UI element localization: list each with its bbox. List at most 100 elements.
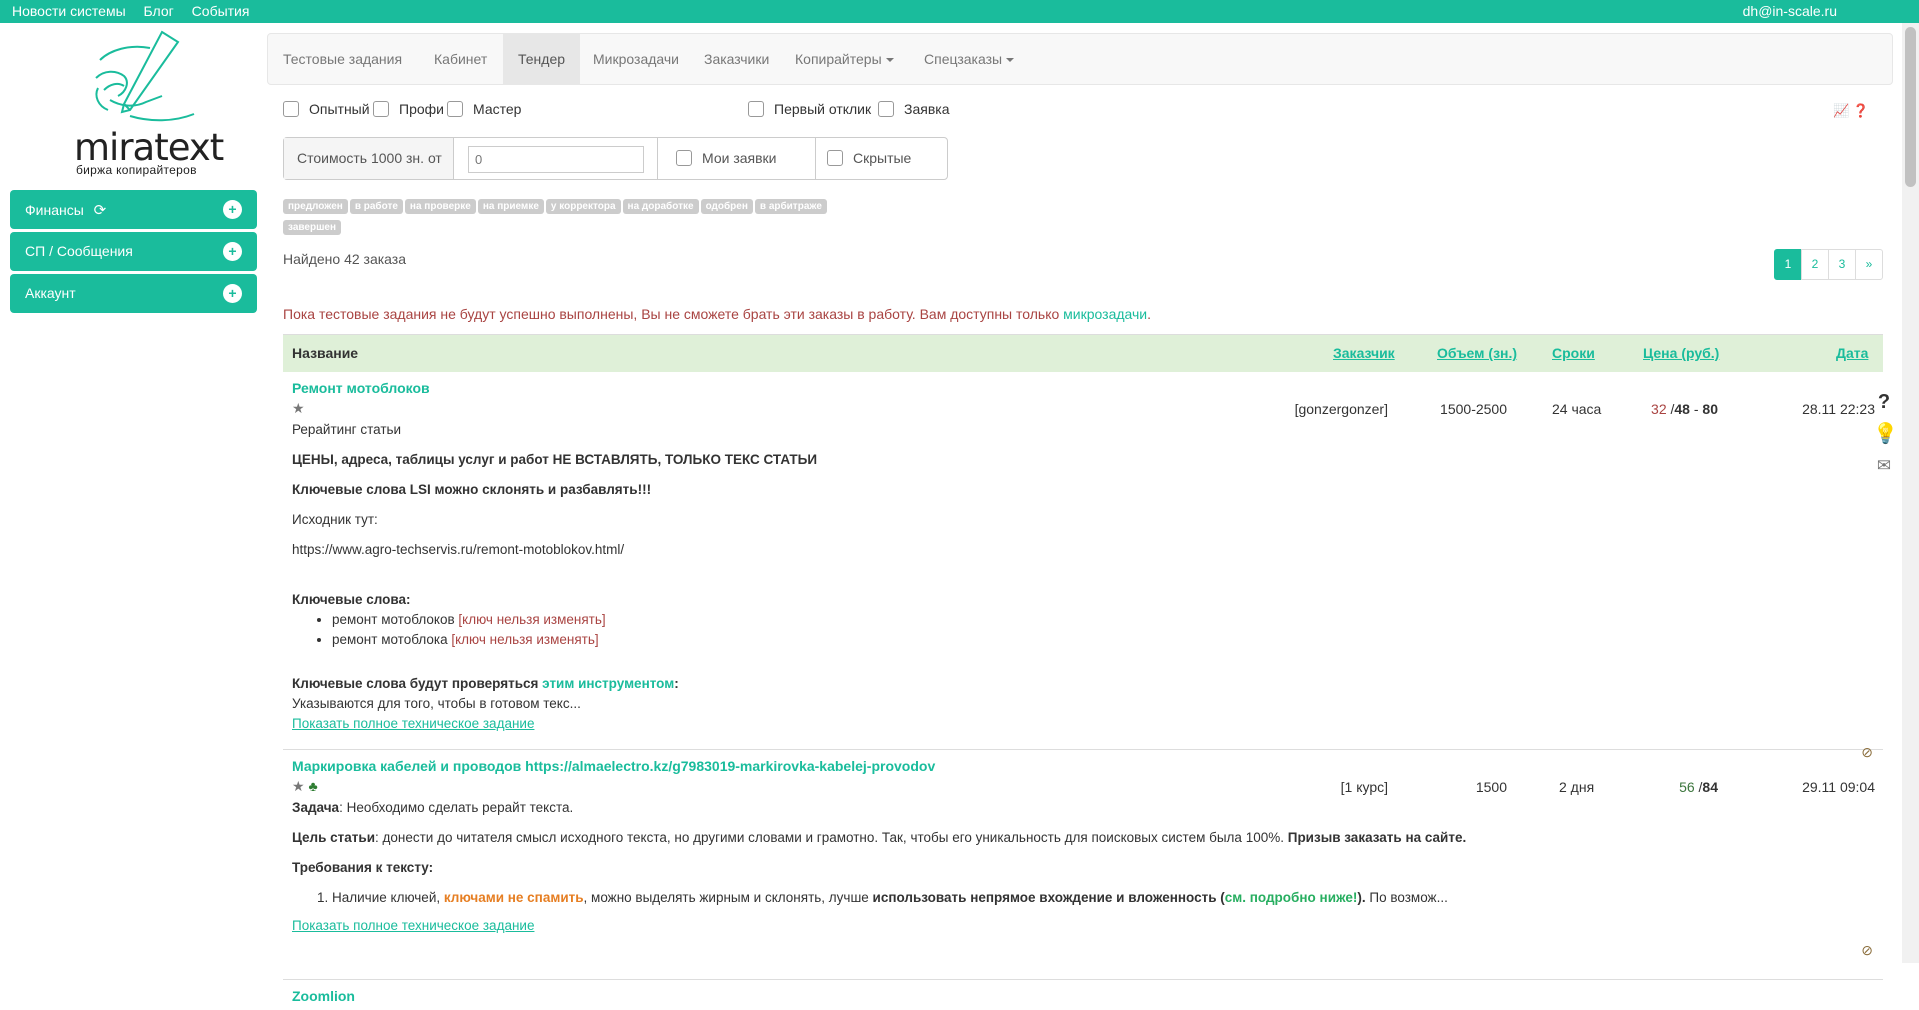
filter-label: Профи bbox=[399, 101, 444, 117]
keyword: ремонт мотоблоков bbox=[332, 612, 455, 627]
scrollbar-thumb[interactable] bbox=[1905, 27, 1916, 187]
status-badge[interactable]: на приемке bbox=[477, 199, 544, 214]
order-title[interactable]: Zoomlion bbox=[292, 988, 355, 1004]
status-badge[interactable]: в работе bbox=[349, 199, 403, 214]
tool-link[interactable]: этим инструментом bbox=[542, 676, 674, 691]
order-volume: 1500-2500 bbox=[1440, 401, 1507, 417]
page-next[interactable]: » bbox=[1855, 249, 1883, 280]
status-badge[interactable]: предложен bbox=[283, 199, 348, 214]
page-3[interactable]: 3 bbox=[1828, 249, 1856, 280]
expand-plus-icon[interactable]: + bbox=[223, 200, 242, 219]
checkbox[interactable] bbox=[878, 101, 894, 117]
tab-microtasks[interactable]: Микрозадачи bbox=[578, 34, 694, 84]
show-full-task-link[interactable]: Показать полное техническое задание bbox=[292, 714, 1492, 734]
col-name: Название bbox=[292, 345, 359, 361]
tab-test-tasks[interactable]: Тестовые задания bbox=[268, 34, 417, 84]
microtasks-link[interactable]: микрозадачи bbox=[1063, 306, 1147, 322]
cost-label: Стоимость 1000 зн. от bbox=[284, 138, 454, 179]
checkbox[interactable] bbox=[748, 101, 764, 117]
col-date[interactable]: Дата bbox=[1836, 345, 1868, 361]
top-link-events[interactable]: События bbox=[192, 3, 250, 19]
order-line: Ключевые слова LSI можно склонять и разб… bbox=[292, 482, 652, 497]
question-icon[interactable]: ? bbox=[1873, 390, 1895, 414]
checkbox[interactable] bbox=[283, 101, 299, 117]
req-part: ключами не спамить bbox=[443, 890, 584, 905]
checkbox[interactable] bbox=[447, 101, 463, 117]
status-badge[interactable]: на проверке bbox=[404, 199, 476, 214]
order-title[interactable]: Ремонт мотоблоков bbox=[292, 380, 430, 396]
tab-special-orders[interactable]: Спецзаказы bbox=[909, 34, 1029, 84]
filter-master[interactable]: Мастер bbox=[447, 101, 521, 117]
user-email[interactable]: dh@in-scale.ru bbox=[1743, 3, 1837, 19]
keywords-title: Ключевые слова: bbox=[292, 592, 411, 607]
order-customer[interactable]: [1 курс] bbox=[1341, 779, 1388, 795]
status-filters: предложен в работе на проверке на приемке у … bbox=[283, 196, 903, 238]
refresh-icon[interactable]: ⟳ bbox=[94, 202, 107, 219]
show-full-task-link[interactable]: Показать полное техническое задание bbox=[292, 916, 1522, 936]
col-volume[interactable]: Объем (зн.) bbox=[1437, 345, 1517, 361]
tab-tender[interactable]: Тендер bbox=[503, 34, 581, 84]
tab-customers[interactable]: Заказчики bbox=[689, 34, 784, 84]
ban-icon[interactable]: ⊘ bbox=[1861, 942, 1873, 959]
help-icon[interactable]: ❓ bbox=[1853, 103, 1869, 118]
filter-first-response[interactable]: Первый отклик bbox=[748, 101, 871, 117]
sidebar-item-account[interactable]: Аккаунт + bbox=[10, 274, 257, 313]
filter-hidden[interactable]: Скрытые bbox=[827, 150, 911, 166]
req-part: Наличие ключей, bbox=[332, 890, 444, 905]
filter-label: Скрытые bbox=[853, 150, 912, 166]
filter-pro[interactable]: Профи bbox=[373, 101, 444, 117]
filter-label: Мои заявки bbox=[702, 150, 777, 166]
order-description: Рерайтинг статьи ЦЕНЫ, адреса, таблицы у… bbox=[292, 420, 1492, 734]
table-row: Ремонт мотоблоков ★ [gonzergonzer] 1500-… bbox=[283, 372, 1883, 760]
keyword-note: [ключ нельзя изменять] bbox=[458, 612, 606, 627]
sidebar-item-label: Финансы bbox=[25, 202, 84, 218]
status-badge[interactable]: на доработке bbox=[622, 199, 699, 214]
status-badge[interactable]: у корректора bbox=[545, 199, 621, 214]
col-customer[interactable]: Заказчик bbox=[1333, 345, 1395, 361]
checkbox[interactable] bbox=[373, 101, 389, 117]
filter-experienced[interactable]: Опытный bbox=[283, 101, 370, 117]
expand-plus-icon[interactable]: + bbox=[223, 284, 242, 303]
lightbulb-icon[interactable]: 💡 bbox=[1873, 422, 1898, 446]
page-2[interactable]: 2 bbox=[1801, 249, 1829, 280]
page-1[interactable]: 1 bbox=[1774, 249, 1802, 280]
pagination: 1 2 3 » bbox=[1774, 249, 1883, 280]
expand-plus-icon[interactable]: + bbox=[223, 242, 242, 261]
floating-toolbar: ? 💡 ✉ bbox=[1873, 390, 1898, 486]
checkbox[interactable] bbox=[676, 150, 692, 166]
sidebar: miratext биржа копирайтеров Финансы ⟳ + … bbox=[10, 30, 257, 316]
star-icon[interactable]: ★ ♣ bbox=[292, 778, 318, 795]
logo[interactable]: miratext биржа копирайтеров bbox=[10, 30, 257, 180]
newbie-icon: ♣ bbox=[308, 778, 318, 794]
status-badge[interactable]: одобрен bbox=[700, 199, 753, 214]
chart-icon[interactable]: 📈 bbox=[1833, 103, 1849, 118]
envelope-icon[interactable]: ✉ bbox=[1873, 454, 1895, 478]
order-title[interactable]: Маркировка кабелей и проводов https://al… bbox=[292, 758, 935, 774]
col-deadline[interactable]: Сроки bbox=[1552, 345, 1595, 361]
req-part: ). bbox=[1357, 890, 1370, 905]
filter-my-requests[interactable]: Мои заявки bbox=[676, 150, 776, 166]
status-badge[interactable]: в арбитраже bbox=[754, 199, 827, 214]
tab-copywriters[interactable]: Копирайтеры bbox=[780, 34, 909, 84]
keywords-list: ремонт мотоблоков [ключ нельзя изменять]… bbox=[292, 610, 1492, 650]
sidebar-item-messages[interactable]: СП / Сообщения + bbox=[10, 232, 257, 271]
filter-request[interactable]: Заявка bbox=[878, 101, 949, 117]
order-customer[interactable]: [gonzergonzer] bbox=[1295, 401, 1388, 417]
order-volume: 1500 bbox=[1475, 779, 1507, 795]
status-badge[interactable]: завершен bbox=[283, 220, 342, 235]
sidebar-item-finance[interactable]: Финансы ⟳ + bbox=[10, 190, 257, 229]
orders-table-header: Название Заказчик Объем (зн.) Сроки Цена… bbox=[283, 334, 1883, 372]
order-line: ЦЕНЫ, адреса, таблицы услуг и работ НЕ В… bbox=[292, 452, 818, 467]
top-link-news[interactable]: Новости системы bbox=[12, 3, 126, 19]
cost-input[interactable] bbox=[468, 146, 644, 173]
price-high: 80 bbox=[1702, 401, 1718, 417]
checkbox[interactable] bbox=[827, 150, 843, 166]
warning-end: . bbox=[1147, 306, 1152, 322]
top-link-blog[interactable]: Блог bbox=[144, 3, 174, 19]
star-icon[interactable]: ★ bbox=[292, 400, 305, 417]
tab-cabinet[interactable]: Кабинет bbox=[419, 34, 502, 84]
task-label: Задача bbox=[292, 800, 340, 815]
col-price[interactable]: Цена (руб.) bbox=[1643, 345, 1719, 361]
list-item: Наличие ключей, ключами не спамить, можн… bbox=[332, 888, 1522, 908]
scrollbar[interactable] bbox=[1902, 23, 1919, 963]
